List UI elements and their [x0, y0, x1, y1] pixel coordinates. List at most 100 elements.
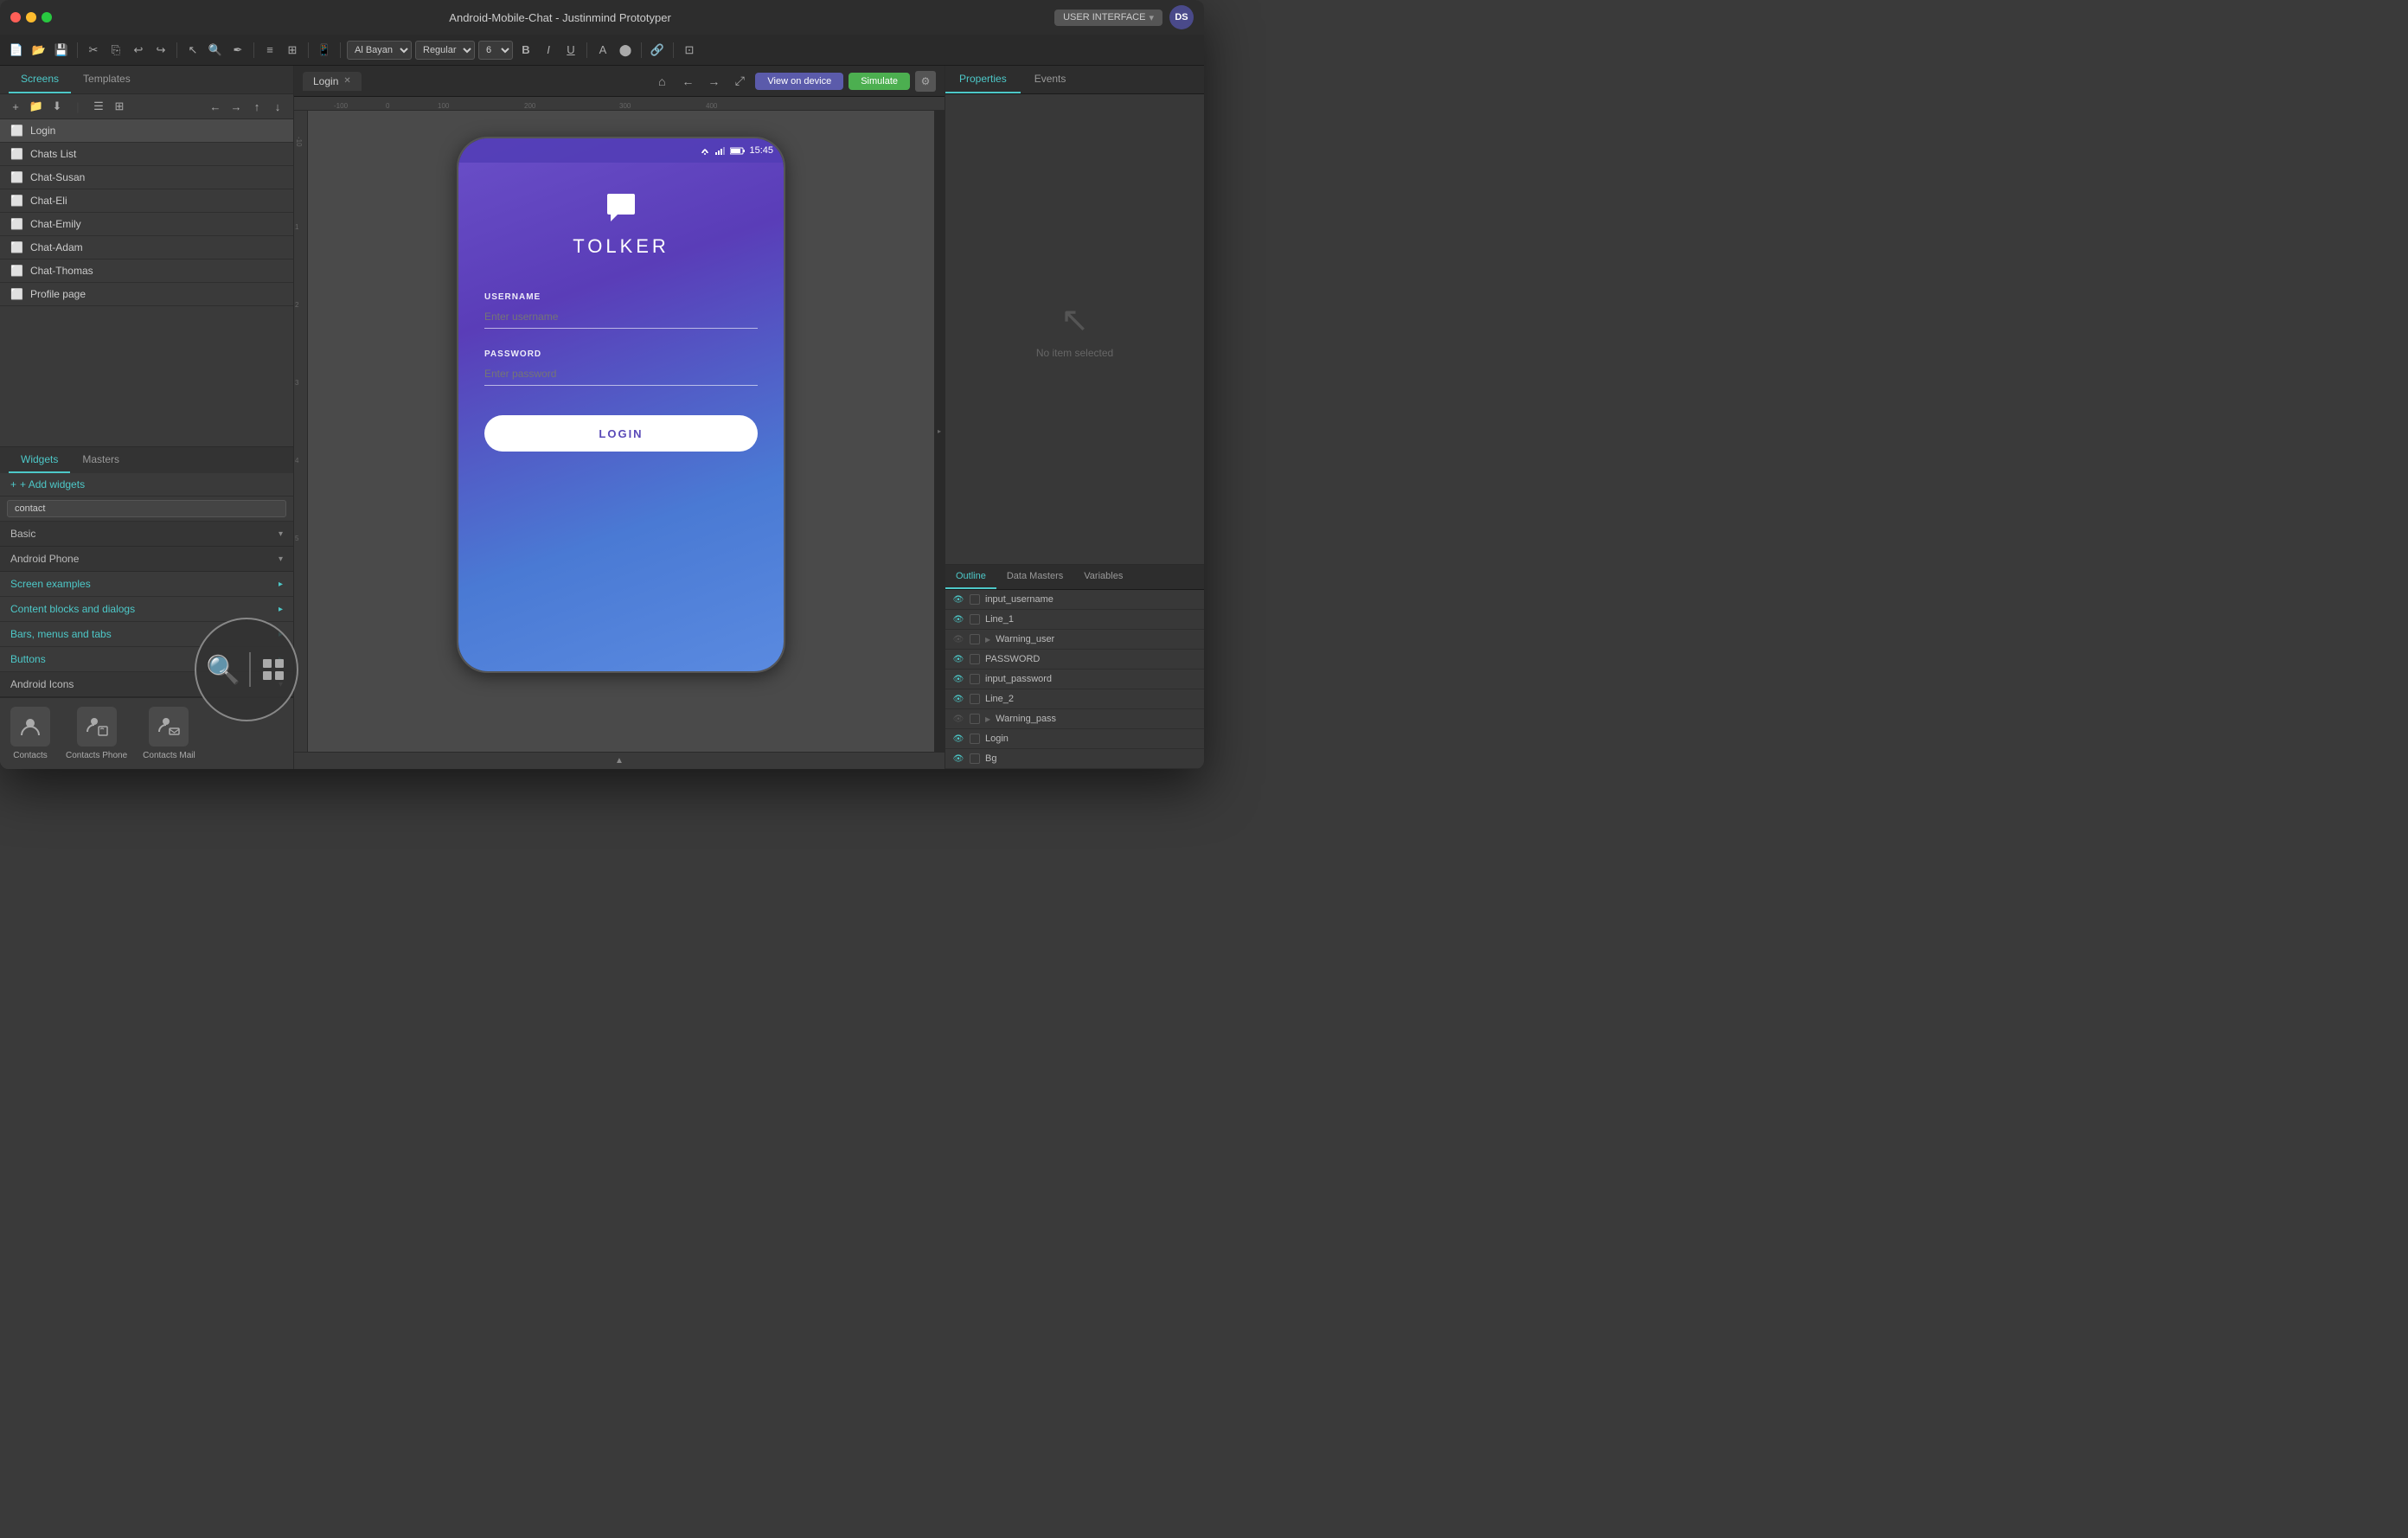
screen-item-chat-emily[interactable]: ⬜ Chat-Emily: [0, 213, 293, 236]
checkbox[interactable]: [970, 734, 980, 744]
checkbox[interactable]: [970, 753, 980, 764]
underline-btn[interactable]: U: [561, 41, 580, 60]
expand-icon[interactable]: ▶: [985, 715, 990, 723]
screen-item-chats-list[interactable]: ⬜ Chats List: [0, 143, 293, 166]
outline-item-line1[interactable]: 👁 Line_1: [945, 610, 1204, 630]
view-on-device-button[interactable]: View on device: [755, 73, 843, 90]
copy-btn[interactable]: ⎘: [106, 41, 125, 60]
undo-btn[interactable]: ↩: [129, 41, 148, 60]
widget-contacts-mail[interactable]: Contacts Mail: [143, 707, 195, 760]
outline-item-login[interactable]: 👁 Login: [945, 729, 1204, 749]
tab-templates[interactable]: Templates: [71, 66, 143, 93]
bottom-collapse-arrow[interactable]: ▲: [294, 752, 945, 769]
password-input[interactable]: [484, 364, 758, 386]
tab-screens[interactable]: Screens: [9, 66, 71, 93]
visibility-icon[interactable]: 👁: [952, 675, 964, 684]
italic-btn[interactable]: I: [539, 41, 558, 60]
link-btn[interactable]: 🔗: [648, 41, 667, 60]
maximize-button[interactable]: [42, 12, 52, 22]
outline-item-line2[interactable]: 👁 Line_2: [945, 689, 1204, 709]
bold-btn[interactable]: B: [516, 41, 535, 60]
tab-widgets[interactable]: Widgets: [9, 447, 70, 473]
canvas-tab-close[interactable]: ✕: [343, 76, 350, 86]
screen-item-chat-susan[interactable]: ⬜ Chat-Susan: [0, 166, 293, 189]
visibility-icon[interactable]: 👁: [952, 695, 964, 704]
expand-icon[interactable]: ▶: [985, 636, 990, 644]
category-android-phone[interactable]: Android Phone ▾: [0, 547, 293, 572]
pen-btn[interactable]: ✒: [228, 41, 247, 60]
font-family-select[interactable]: Al Bayan: [347, 41, 412, 60]
fill-color-btn[interactable]: ⬤: [616, 41, 635, 60]
visibility-icon[interactable]: 👁: [952, 715, 964, 724]
tab-events[interactable]: Events: [1021, 66, 1080, 93]
minimize-button[interactable]: [26, 12, 36, 22]
outline-item-input-password[interactable]: 👁 input_password: [945, 670, 1204, 689]
outline-item-input-username[interactable]: 👁 input_username: [945, 590, 1204, 610]
screen-item-chat-thomas[interactable]: ⬜ Chat-Thomas: [0, 260, 293, 283]
align-btn[interactable]: ≡: [260, 41, 279, 60]
font-size-select[interactable]: 6: [478, 41, 513, 60]
screen-item-profile[interactable]: ⬜ Profile page: [0, 283, 293, 306]
checkbox[interactable]: [970, 714, 980, 724]
close-button[interactable]: [10, 12, 21, 22]
redo-btn[interactable]: ↪: [151, 41, 170, 60]
search-btn[interactable]: 🔍: [206, 41, 225, 60]
screen-item-chat-adam[interactable]: ⬜ Chat-Adam: [0, 236, 293, 260]
visibility-icon[interactable]: 👁: [952, 615, 964, 625]
fullscreen-btn[interactable]: ⤢: [729, 71, 750, 92]
visibility-icon[interactable]: 👁: [952, 635, 964, 644]
outline-item-bg[interactable]: 👁 Bg: [945, 749, 1204, 769]
checkbox[interactable]: [970, 594, 980, 605]
cut-btn[interactable]: ✂: [84, 41, 103, 60]
subcategory-screen-examples[interactable]: Screen examples ▸: [0, 572, 293, 597]
forward-btn[interactable]: →: [703, 71, 724, 92]
widget-contacts[interactable]: Contacts: [10, 707, 50, 760]
add-widgets-button[interactable]: + + Add widgets: [0, 473, 293, 497]
pointer-btn[interactable]: ↖: [183, 41, 202, 60]
checkbox[interactable]: [970, 614, 980, 625]
visibility-icon[interactable]: 👁: [952, 734, 964, 744]
list-view-btn[interactable]: ☰: [90, 98, 107, 115]
panel-toggle[interactable]: ▸: [934, 111, 945, 752]
component-btn[interactable]: ⊡: [680, 41, 699, 60]
import-btn[interactable]: ⬇: [48, 98, 66, 115]
user-avatar[interactable]: DS: [1169, 5, 1194, 29]
checkbox[interactable]: [970, 674, 980, 684]
tab-outline[interactable]: Outline: [945, 565, 996, 589]
font-color-btn[interactable]: A: [593, 41, 612, 60]
screen-item-login[interactable]: ⬜ Login: [0, 119, 293, 143]
font-style-select[interactable]: Regular: [415, 41, 475, 60]
category-basic[interactable]: Basic ▾: [0, 522, 293, 547]
checkbox[interactable]: [970, 654, 980, 664]
visibility-icon[interactable]: 👁: [952, 754, 964, 764]
nav-up[interactable]: ↑: [248, 98, 266, 115]
widget-contacts-phone[interactable]: Contacts Phone: [66, 707, 127, 760]
visibility-icon[interactable]: 👁: [952, 595, 964, 605]
distribute-btn[interactable]: ⊞: [283, 41, 302, 60]
canvas-tab-login[interactable]: Login ✕: [303, 72, 362, 91]
new-file-btn[interactable]: 📄: [7, 41, 26, 60]
visibility-icon[interactable]: 👁: [952, 655, 964, 664]
grid-view-btn[interactable]: ⊞: [111, 98, 128, 115]
ui-badge[interactable]: USER INTERFACE ▾: [1054, 10, 1162, 26]
folder-btn[interactable]: 📁: [28, 98, 45, 115]
username-input[interactable]: [484, 307, 758, 329]
outline-item-warning-user[interactable]: 👁 ▶ Warning_user: [945, 630, 1204, 650]
nav-next[interactable]: →: [227, 98, 245, 115]
checkbox[interactable]: [970, 694, 980, 704]
tab-properties[interactable]: Properties: [945, 66, 1021, 93]
widget-search-input[interactable]: [7, 500, 286, 517]
back-btn[interactable]: ←: [677, 71, 698, 92]
device-btn[interactable]: 📱: [315, 41, 334, 60]
home-btn[interactable]: ⌂: [651, 71, 672, 92]
nav-prev[interactable]: ←: [207, 98, 224, 115]
checkbox[interactable]: [970, 634, 980, 644]
tab-variables[interactable]: Variables: [1073, 565, 1133, 589]
nav-down[interactable]: ↓: [269, 98, 286, 115]
open-file-btn[interactable]: 📂: [29, 41, 48, 60]
save-btn[interactable]: 💾: [52, 41, 71, 60]
screen-item-chat-eli[interactable]: ⬜ Chat-Eli: [0, 189, 293, 213]
login-button[interactable]: LOGIN: [484, 415, 758, 452]
add-screen-btn[interactable]: +: [7, 98, 24, 115]
outline-item-warning-pass[interactable]: 👁 ▶ Warning_pass: [945, 709, 1204, 729]
